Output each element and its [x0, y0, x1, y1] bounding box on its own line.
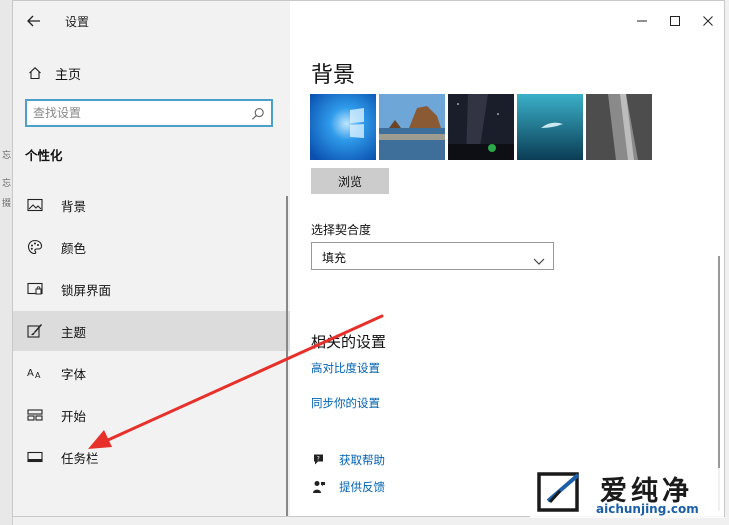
background-thumbnail[interactable]: [310, 94, 376, 160]
start-icon: [25, 408, 45, 422]
palette-icon: [25, 239, 45, 255]
watermark: 爱纯净 aichunjing.com: [530, 468, 724, 518]
home-icon: [25, 66, 45, 80]
background-thumbnail[interactable]: [379, 94, 445, 160]
sidebar-item-label: 主题: [61, 324, 87, 340]
fit-dropdown-value: 填充: [322, 251, 347, 265]
sidebar-item-label: 背景: [61, 198, 87, 214]
search-input[interactable]: [33, 104, 243, 122]
sidebar-item-background[interactable]: 背景: [13, 185, 290, 225]
sidebar-item-taskbar[interactable]: 任务栏: [13, 437, 290, 477]
content-pane: 背景 浏览 选择契合度 填充 相关的设置 高对比度设置 同步你的设置 ? 获取帮…: [290, 1, 724, 516]
feedback-icon: [311, 480, 327, 494]
page-title: 背景: [311, 63, 356, 88]
sidebar-item-colors[interactable]: 颜色: [13, 227, 290, 267]
background-thumbnail[interactable]: [448, 94, 514, 160]
sidebar-item-label: 字体: [61, 366, 87, 382]
sidebar-item-start[interactable]: 开始: [13, 395, 290, 435]
sidebar-item-theme[interactable]: 主题: [13, 311, 290, 351]
image-icon: [25, 198, 45, 212]
browse-button[interactable]: 浏览: [311, 168, 389, 194]
sidebar: 设置 主页 个性化: [13, 1, 290, 516]
search-box[interactable]: [25, 99, 273, 127]
font-icon: A A: [25, 366, 45, 380]
get-help-link[interactable]: ? 获取帮助: [311, 452, 385, 468]
close-button[interactable]: [691, 1, 724, 41]
sidebar-item-label: 锁屏界面: [61, 282, 112, 298]
svg-text:A: A: [27, 368, 34, 379]
sidebar-item-home[interactable]: 主页: [25, 61, 81, 85]
maximize-button[interactable]: [658, 1, 691, 41]
strip-char: 忘: [2, 151, 12, 161]
home-label: 主页: [55, 67, 82, 83]
screenshot-frame: 忘 忘 掇 设置 主页 查找设置 个性化 背景 颜色 锁屏界面 主题 A A 字…: [0, 0, 729, 525]
back-button[interactable]: [23, 11, 45, 33]
window-controls: [625, 1, 724, 41]
sidebar-item-fonts[interactable]: A A 字体: [13, 353, 290, 393]
sidebar-item-label: 颜色: [61, 240, 87, 256]
back-arrow-icon: [27, 15, 40, 27]
give-feedback-link[interactable]: 提供反馈: [311, 479, 385, 495]
help-chat-icon: ?: [311, 453, 327, 467]
recent-backgrounds: [310, 94, 655, 160]
give-feedback-label: 提供反馈: [339, 480, 385, 494]
app-title: 设置: [65, 15, 90, 29]
sidebar-item-label: 开始: [61, 408, 87, 424]
chevron-down-icon: [533, 251, 545, 270]
strip-char: 忘: [2, 179, 12, 189]
close-icon: [702, 16, 713, 26]
minimize-icon: [636, 20, 647, 22]
search-icon[interactable]: [251, 106, 265, 125]
lock-screen-icon: [25, 282, 45, 296]
get-help-label: 获取帮助: [339, 453, 385, 467]
watermark-domain: aichunjing.com: [596, 502, 699, 516]
taskbar-icon: [25, 450, 45, 464]
fit-dropdown[interactable]: 填充: [311, 242, 554, 270]
sidebar-scrollbar[interactable]: [286, 196, 288, 516]
background-thumbnail[interactable]: [586, 94, 652, 160]
sidebar-item-label: 任务栏: [61, 450, 99, 466]
background-thumbnail[interactable]: [517, 94, 583, 160]
sidebar-item-lock-screen[interactable]: 锁屏界面: [13, 269, 290, 309]
maximize-icon: [669, 16, 680, 26]
minimize-button[interactable]: [625, 1, 658, 41]
fit-label: 选择契合度: [311, 223, 372, 237]
related-settings-heading: 相关的设置: [311, 333, 387, 351]
strip-char: 掇: [2, 199, 12, 209]
watermark-logo: [537, 472, 580, 512]
svg-text:?: ?: [317, 455, 320, 462]
svg-text:A: A: [35, 371, 41, 380]
high-contrast-link[interactable]: 高对比度设置: [311, 360, 380, 376]
section-heading: 个性化: [25, 148, 63, 163]
sync-settings-link[interactable]: 同步你的设置: [311, 395, 380, 411]
settings-window: 设置 主页 个性化: [12, 0, 725, 517]
theme-brush-icon: [25, 323, 45, 339]
